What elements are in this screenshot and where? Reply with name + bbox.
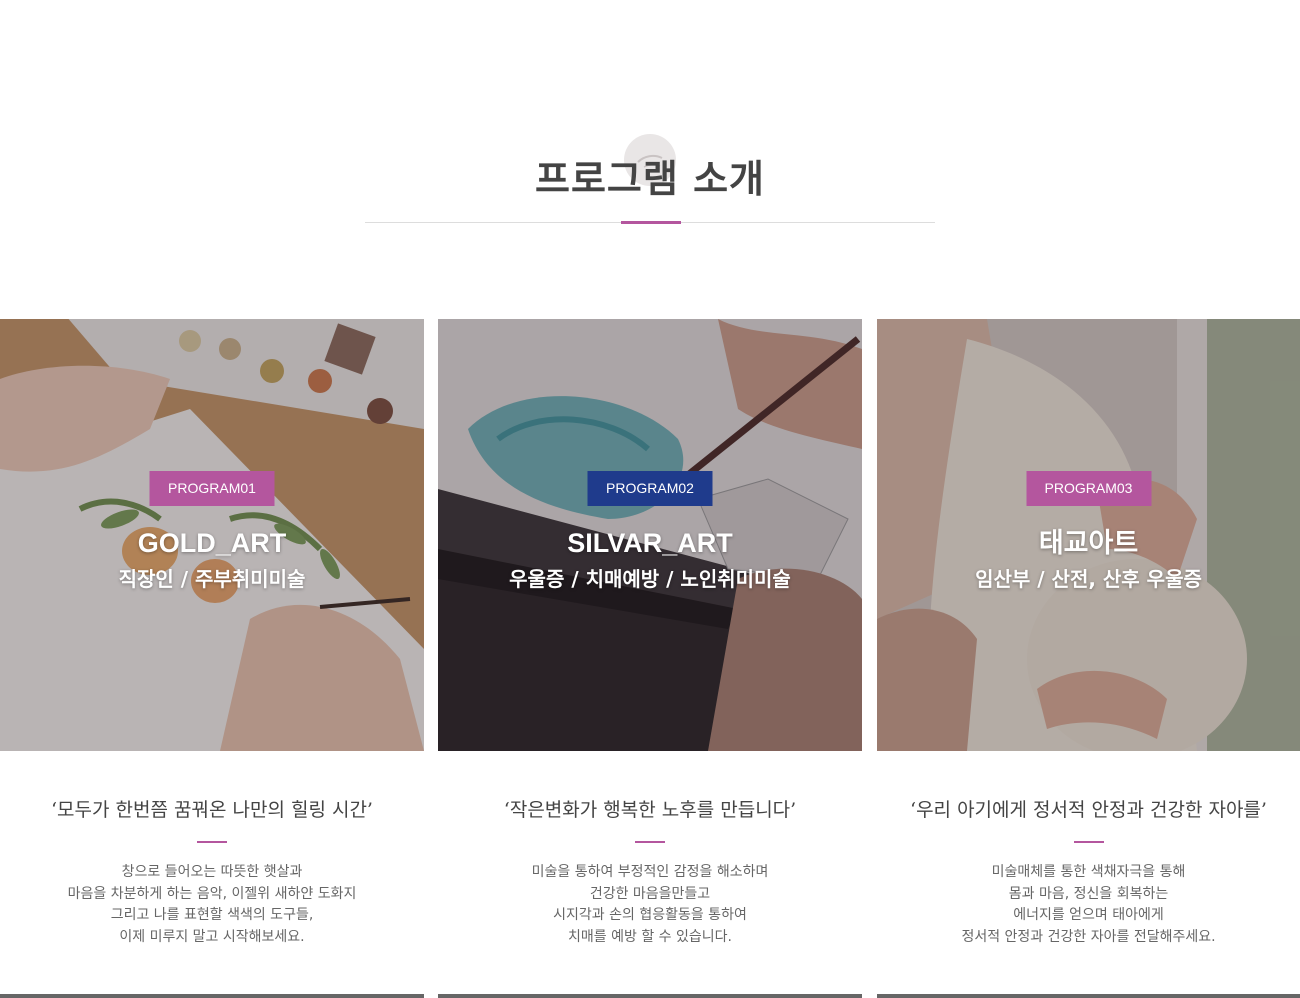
quote-divider — [197, 841, 227, 843]
program-name: SILVAR_ART — [567, 528, 733, 558]
program-subtitle: 직장인 / 주부취미미술 — [118, 567, 306, 591]
program-subtitle: 우울증 / 치매예방 / 노인취미미술 — [509, 567, 791, 591]
program-badge: PROGRAM03 — [1026, 471, 1151, 506]
section-title: 프로그램 소개 — [535, 157, 765, 201]
program-subtitle: 임산부 / 산전, 산후 우울증 — [975, 567, 1202, 591]
program-description: 미술을 통하여 부정적인 감정을 해소하며 건강한 마음을만들고 시지각과 손의… — [531, 864, 769, 945]
program-description: 창으로 들어오는 따뜻한 햇살과 마음을 차분하게 하는 음악, 이젤위 새하얀… — [67, 864, 357, 945]
program-image-1[interactable]: PROGRAM01 GOLD_ART 직장인 / 주부취미미술 — [0, 319, 424, 751]
program-card-2[interactable]: PROGRAM02 SILVAR_ART 우울증 / 치매예방 / 노인취미미술… — [438, 319, 862, 998]
program-card-1[interactable]: PROGRAM01 GOLD_ART 직장인 / 주부취미미술 ‘모두가 한번쯤… — [0, 319, 424, 998]
program-card-3[interactable]: PROGRAM03 태교아트 임산부 / 산전, 산후 우울증 ‘우리 아기에게… — [877, 319, 1300, 998]
quote-divider — [635, 841, 665, 843]
program-name: 태교아트 — [1038, 528, 1139, 558]
program-image-3[interactable]: PROGRAM03 태교아트 임산부 / 산전, 산후 우울증 — [877, 319, 1300, 751]
program-quote: ‘모두가 한번쯤 꿈꿔온 나만의 힐링 시간’ — [51, 799, 373, 821]
card-bottom-bar — [877, 994, 1300, 998]
program-badge: PROGRAM02 — [587, 471, 713, 506]
program-description: 미술매체를 통한 색채자극을 통해 몸과 마음, 정신을 회복하는 에너지를 얻… — [961, 864, 1216, 945]
program-quote: ‘우리 아기에게 정서적 안정과 건강한 자아를’ — [910, 799, 1267, 821]
program-badge: PROGRAM01 — [149, 471, 275, 506]
card-bottom-bar — [0, 994, 424, 998]
title-accent-bar — [621, 221, 681, 224]
program-quote: ‘작은변화가 행복한 노후를 만듭니다’ — [503, 799, 797, 821]
quote-divider — [1073, 841, 1104, 843]
program-image-2[interactable]: PROGRAM02 SILVAR_ART 우울증 / 치매예방 / 노인취미미술 — [438, 319, 862, 751]
card-bottom-bar — [438, 994, 862, 998]
section-header: 프로그램 소개 — [0, 0, 1300, 260]
program-name: GOLD_ART — [137, 528, 287, 558]
